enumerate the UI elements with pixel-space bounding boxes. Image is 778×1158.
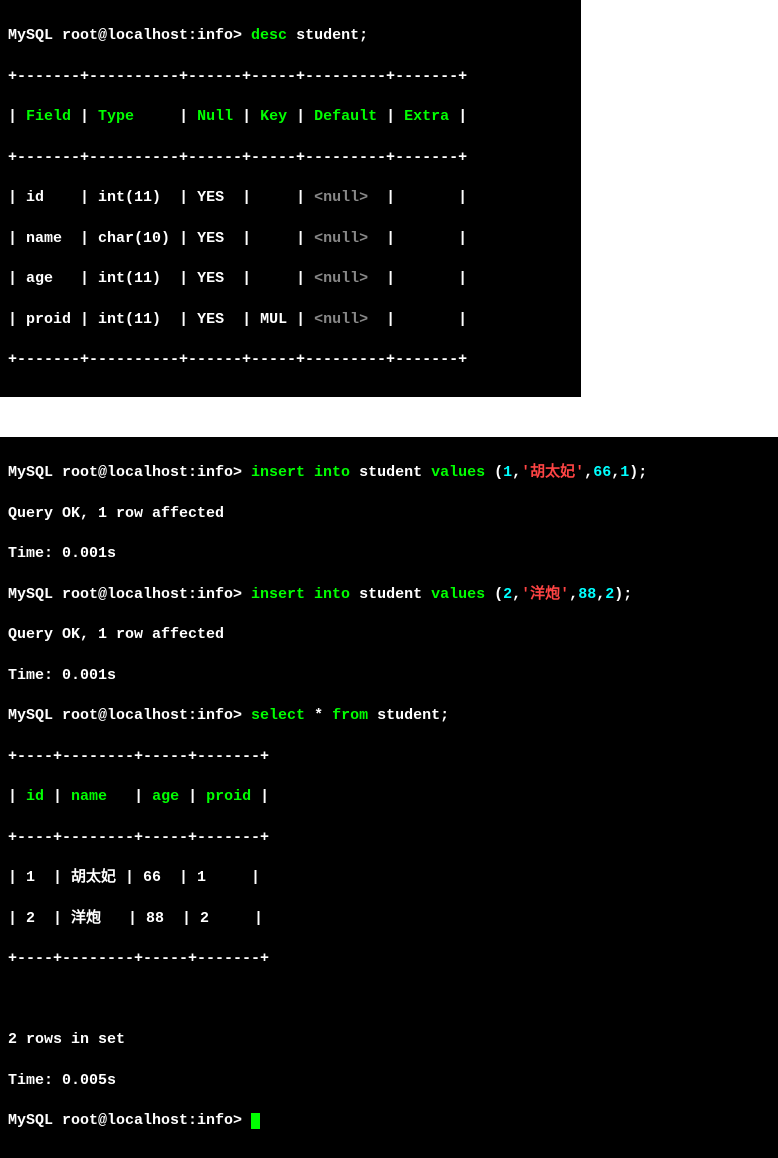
terminal-desc: MySQL root@localhost:info> desc student;…	[0, 0, 581, 397]
sql-keyword-from: from	[332, 707, 368, 724]
table-row: | age | int(11) | YES | | <null> | |	[8, 269, 573, 289]
result-text: 2 rows in set	[8, 1030, 770, 1050]
table-border: +----+--------+-----+-------+	[8, 949, 770, 969]
result-text: Time: 0.005s	[8, 1071, 770, 1091]
prompt-line[interactable]: MySQL root@localhost:info> insert into s…	[8, 463, 770, 483]
sql-keyword-select: select	[251, 707, 305, 724]
sql-keyword-insert: insert into	[251, 464, 350, 481]
table-border: +----+--------+-----+-------+	[8, 828, 770, 848]
table-header: | id | name | age | proid |	[8, 787, 770, 807]
table-row: | 1 | 胡太妃 | 66 | 1 |	[8, 868, 770, 888]
prompt-prefix: MySQL root@localhost:info>	[8, 27, 251, 44]
table-border: +-------+----------+------+-----+-------…	[8, 350, 573, 370]
sql-keyword-values: values	[431, 464, 485, 481]
sql-keyword-insert: insert into	[251, 586, 350, 603]
table-row: | name | char(10) | YES | | <null> | |	[8, 229, 573, 249]
table-row: | 2 | 洋炮 | 88 | 2 |	[8, 909, 770, 929]
table-border: +-------+----------+------+-----+-------…	[8, 148, 573, 168]
prompt-line[interactable]: MySQL root@localhost:info>	[8, 1111, 770, 1131]
result-text: Query OK, 1 row affected	[8, 504, 770, 524]
prompt-line[interactable]: MySQL root@localhost:info> insert into s…	[8, 585, 770, 605]
result-text: Query OK, 1 row affected	[8, 625, 770, 645]
blank-line	[8, 990, 770, 1010]
terminal-insert-select: MySQL root@localhost:info> insert into s…	[0, 437, 778, 1158]
sql-keyword-desc: desc	[251, 27, 287, 44]
prompt-line[interactable]: MySQL root@localhost:info> desc student;	[8, 26, 573, 46]
result-text: Time: 0.001s	[8, 666, 770, 686]
table-row: | id | int(11) | YES | | <null> | |	[8, 188, 573, 208]
sql-keyword-values: values	[431, 586, 485, 603]
table-border: +----+--------+-----+-------+	[8, 747, 770, 767]
result-text: Time: 0.001s	[8, 544, 770, 564]
sql-rest: student;	[287, 27, 368, 44]
table-border: +-------+----------+------+-----+-------…	[8, 67, 573, 87]
cursor-icon	[251, 1113, 260, 1129]
table-row: | proid | int(11) | YES | MUL | <null> |…	[8, 310, 573, 330]
prompt-line[interactable]: MySQL root@localhost:info> select * from…	[8, 706, 770, 726]
table-header: | Field | Type | Null | Key | Default | …	[8, 107, 573, 127]
